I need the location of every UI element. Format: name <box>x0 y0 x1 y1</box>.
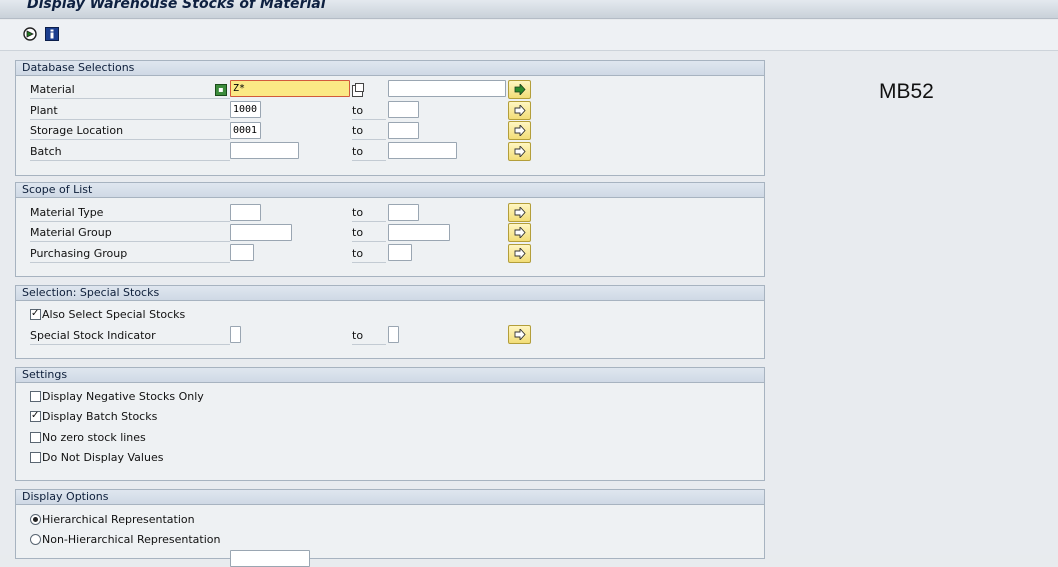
group-display-options: Display Options Hierarchical Representat… <box>15 489 765 567</box>
checkbox-label: No zero stock lines <box>42 431 146 444</box>
plant-low-input[interactable]: 1000 <box>230 101 261 118</box>
group-header: Display Options <box>16 490 764 505</box>
radio-label: Non-Hierarchical Representation <box>42 533 221 546</box>
group-header: Selection: Special Stocks <box>16 286 764 301</box>
batch-label: Batch <box>30 143 230 161</box>
radio-label: Hierarchical Representation <box>42 513 195 526</box>
purchasing-group-to-label: to <box>352 245 386 263</box>
purchasing-group-multiple-selection-button[interactable] <box>508 244 531 263</box>
storage-location-to-label: to <box>352 122 386 140</box>
also-select-special-stocks-checkbox[interactable]: Also Select Special Stocks <box>30 307 186 322</box>
material-group-high-input[interactable] <box>388 224 450 241</box>
plant-to-label: to <box>352 102 386 120</box>
arrow-right-icon <box>514 207 526 218</box>
layout-input[interactable] <box>230 550 310 567</box>
group-database-selections: Database Selections Material ▪ Z* Plant … <box>15 60 765 176</box>
batch-to-label: to <box>352 143 386 161</box>
transaction-code: MB52 <box>879 80 934 103</box>
material-group-multiple-selection-button[interactable] <box>508 223 531 242</box>
batch-multiple-selection-button[interactable] <box>508 142 531 161</box>
plant-label: Plant <box>30 102 230 120</box>
negative-stocks-only-checkbox[interactable]: Display Negative Stocks Only <box>30 390 204 404</box>
info-icon[interactable] <box>45 27 59 41</box>
application-toolbar <box>0 20 1058 51</box>
radio-unselected[interactable] <box>30 534 41 545</box>
arrow-right-icon <box>514 227 526 238</box>
display-batch-stocks-checkbox[interactable]: Display Batch Stocks <box>30 409 158 424</box>
checkbox-label: Do Not Display Values <box>42 451 164 464</box>
group-header: Settings <box>16 368 764 383</box>
checkbox-unchecked[interactable] <box>30 432 41 443</box>
arrow-right-icon <box>514 248 526 259</box>
material-high-input[interactable] <box>388 80 506 97</box>
checkbox-unchecked[interactable] <box>30 391 41 402</box>
do-not-display-values-checkbox[interactable]: Do Not Display Values <box>30 451 163 465</box>
arrow-right-icon <box>514 125 526 136</box>
page-title: Display Warehouse Stocks of Material <box>27 0 326 12</box>
purchasing-group-low-input[interactable] <box>230 244 254 261</box>
group-special-stocks: Selection: Special Stocks Also Select Sp… <box>15 285 765 359</box>
checkbox-unchecked[interactable] <box>30 452 41 463</box>
material-low-input[interactable]: Z* <box>230 80 350 97</box>
batch-low-input[interactable] <box>230 142 299 159</box>
material-group-low-input[interactable] <box>230 224 292 241</box>
special-stock-indicator-high-input[interactable] <box>388 326 399 343</box>
group-scope-of-list: Scope of List Material Type to Material … <box>15 182 765 277</box>
checkbox-checked[interactable] <box>30 409 41 423</box>
checkbox-label: Display Negative Stocks Only <box>42 390 204 403</box>
arrow-right-icon <box>514 105 526 116</box>
material-group-to-label: to <box>352 224 386 242</box>
storage-location-multiple-selection-button[interactable] <box>508 121 531 140</box>
group-settings: Settings Display Negative Stocks Only Di… <box>15 367 765 481</box>
title-bar: Display Warehouse Stocks of Material <box>0 0 1058 19</box>
batch-high-input[interactable] <box>388 142 457 159</box>
purchasing-group-high-input[interactable] <box>388 244 412 261</box>
plant-multiple-selection-button[interactable] <box>508 101 531 120</box>
checkbox-label: Also Select Special Stocks <box>42 308 186 321</box>
group-header: Scope of List <box>16 183 764 198</box>
multiple-selection-icon[interactable] <box>352 83 364 97</box>
non-hierarchical-representation-radio[interactable]: Non-Hierarchical Representation <box>30 533 221 547</box>
no-zero-stock-lines-checkbox[interactable]: No zero stock lines <box>30 431 146 445</box>
plant-high-input[interactable] <box>388 101 419 118</box>
checkbox-label: Display Batch Stocks <box>42 410 158 423</box>
radio-selected[interactable] <box>30 514 41 525</box>
material-type-high-input[interactable] <box>388 204 419 221</box>
arrow-right-icon <box>514 84 526 95</box>
storage-location-high-input[interactable] <box>388 122 419 139</box>
material-type-multiple-selection-button[interactable] <box>508 203 531 222</box>
material-group-label: Material Group <box>30 224 230 242</box>
group-header: Database Selections <box>16 61 764 76</box>
special-stock-indicator-label: Special Stock Indicator <box>30 327 230 345</box>
arrow-right-icon <box>514 329 526 340</box>
multiple-selection-status-icon[interactable]: ▪ <box>215 84 227 96</box>
storage-location-low-input[interactable]: 0001 <box>230 122 261 139</box>
special-stock-indicator-multiple-selection-button[interactable] <box>508 325 531 344</box>
special-stock-indicator-to-label: to <box>352 327 386 345</box>
storage-location-label: Storage Location <box>30 122 230 140</box>
material-type-low-input[interactable] <box>230 204 261 221</box>
material-label: Material <box>30 81 230 99</box>
material-multiple-selection-button[interactable] <box>508 80 531 99</box>
material-type-label: Material Type <box>30 204 230 222</box>
checkbox-checked[interactable] <box>30 307 41 321</box>
hierarchical-representation-radio[interactable]: Hierarchical Representation <box>30 513 195 527</box>
purchasing-group-label: Purchasing Group <box>30 245 230 263</box>
material-type-to-label: to <box>352 204 386 222</box>
execute-icon[interactable] <box>23 27 37 41</box>
special-stock-indicator-low-input[interactable] <box>230 326 241 343</box>
arrow-right-icon <box>514 146 526 157</box>
